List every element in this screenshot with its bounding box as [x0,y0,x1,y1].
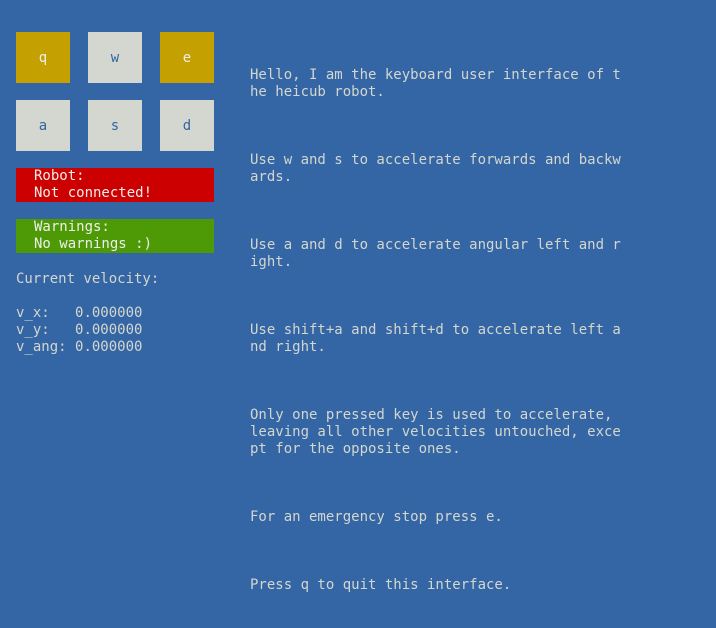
velocity-y-row: v_y: 0.000000 [16,322,142,339]
robot-status-title: Robot: [34,168,85,184]
key-a-label: a [38,117,48,134]
key-w[interactable]: w [88,32,142,83]
help-strafe: Use shift+a and shift+d to accelerate le… [250,322,621,355]
key-d-label: d [182,117,192,134]
warnings-text: No warnings :) [34,236,153,252]
help-forward-backward: Use w and s to accelerate forwards and b… [250,152,621,185]
velocity-ang-value: 0.000000 [75,339,143,355]
robot-status-panel: Robot: Not connected! [16,168,214,202]
velocity-ang-label: v_ang: [16,339,76,355]
help-emergency-stop: For an emergency stop press e. [250,509,503,525]
velocity-y-value: 0.000000 [75,322,143,338]
key-s-label: s [110,117,120,134]
velocity-ang-row: v_ang: 0.000000 [16,339,142,356]
key-e-label: e [182,49,192,66]
help-quit: Press q to quit this interface. [250,577,512,593]
help-text: Hello, I am the keyboard user interface … [250,33,650,628]
key-d[interactable]: d [160,100,214,151]
help-single-key: Only one pressed key is used to accelera… [250,407,621,457]
key-e[interactable]: e [160,32,214,83]
robot-status-text: Not connected! [34,185,153,201]
velocity-y-label: v_y: [16,322,76,338]
warnings-title: Warnings: [34,219,110,235]
velocity-label: Current velocity: [16,271,160,287]
key-a[interactable]: a [16,100,70,151]
help-intro: Hello, I am the keyboard user interface … [250,67,621,100]
warnings-panel: Warnings: No warnings :) [16,219,214,253]
velocity-x-value: 0.000000 [75,305,143,321]
key-w-label: w [110,49,120,66]
help-angular: Use a and d to accelerate angular left a… [250,237,621,270]
key-q[interactable]: q [16,32,70,83]
key-s[interactable]: s [88,100,142,151]
velocity-x-row: v_x: 0.000000 [16,305,142,322]
key-q-label: q [38,49,48,66]
velocity-x-label: v_x: [16,305,76,321]
